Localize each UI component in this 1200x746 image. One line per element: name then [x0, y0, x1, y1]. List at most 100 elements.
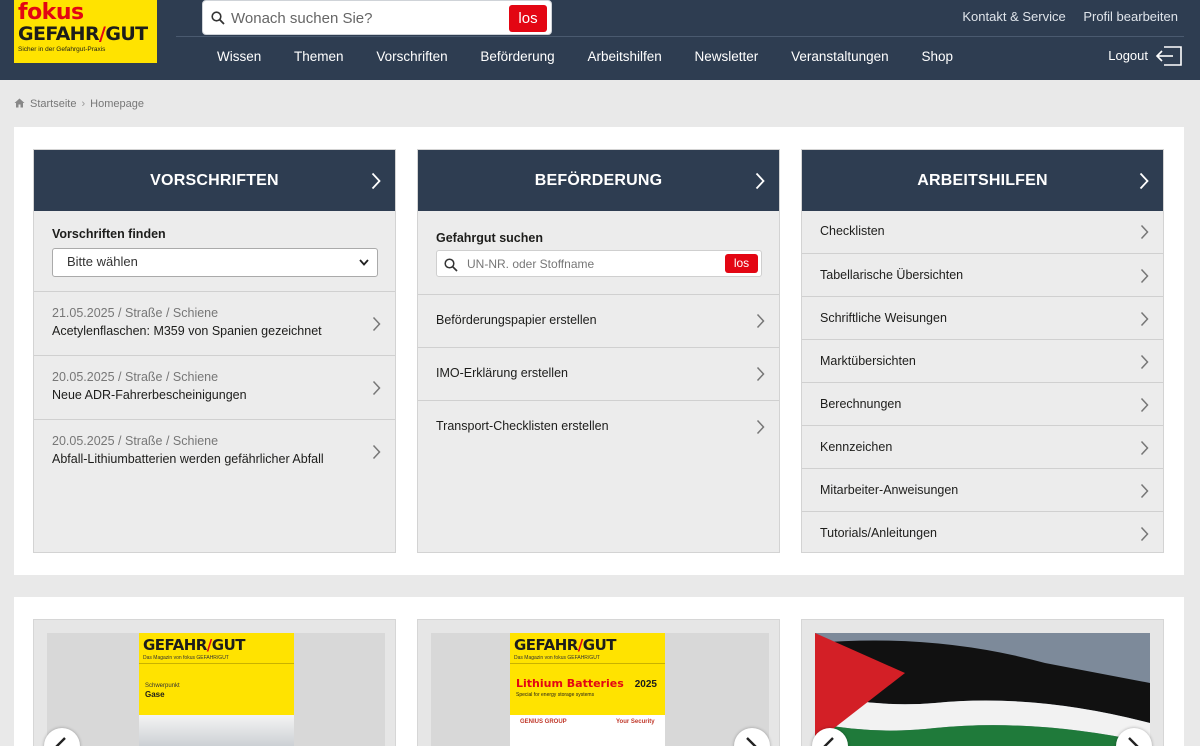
- cover-headline: Lithium Batteries: [516, 677, 624, 690]
- card-vorschriften-header[interactable]: VORSCHRIFTEN: [34, 150, 395, 211]
- vorschriften-finden-label: Vorschriften finden: [52, 227, 166, 241]
- chevron-right-icon: [372, 316, 381, 332]
- arbeitshilfen-link[interactable]: Mitarbeiter-Anweisungen: [802, 468, 1163, 511]
- magazine-subtitle: Das Magazin von fokus GEFAHR/GUT: [143, 655, 229, 661]
- un-number-search[interactable]: UN-NR. oder Stoffname los: [436, 250, 762, 277]
- nav-item-wissen[interactable]: Wissen: [217, 49, 261, 64]
- news-photo[interactable]: [815, 633, 1150, 746]
- breadcrumb: Startseite › Homepage: [14, 98, 144, 110]
- logout-label: Logout: [1108, 48, 1148, 63]
- magazine-subtitle: Das Magazin von fokus GEFAHR/GUT: [514, 655, 600, 661]
- breadcrumb-homepage: Homepage: [90, 98, 144, 110]
- arbeitshilfen-link[interactable]: Tabellarische Übersichten: [802, 253, 1163, 296]
- nav-item-newsletter[interactable]: Newsletter: [695, 49, 759, 64]
- news-item[interactable]: 20.05.2025 / Straße / Schiene Neue ADR-F…: [34, 355, 395, 419]
- vorschriften-select-value: Bitte wählen: [67, 254, 138, 269]
- chevron-right-icon: [1140, 397, 1149, 413]
- nav-item-shop[interactable]: Shop: [921, 49, 953, 64]
- befoerderung-link-label: Beförderungspapier erstellen: [436, 313, 597, 327]
- news-item-title: Neue ADR-Fahrerbescheinigungen: [52, 388, 247, 402]
- search-input[interactable]: [231, 5, 501, 31]
- befoerderung-link[interactable]: Beförderungspapier erstellen: [418, 294, 779, 347]
- teaser-panel: GEFAHR/GUT Das Magazin von fokus GEFAHR/…: [14, 597, 1184, 746]
- chevron-right-icon: [1140, 483, 1149, 499]
- chevron-right-icon: [756, 366, 765, 382]
- news-image-teaser: [801, 619, 1164, 746]
- un-number-search-placeholder: UN-NR. oder Stoffname: [467, 257, 595, 271]
- chevron-right-icon: [756, 419, 765, 435]
- nav-item-arbeitshilfen[interactable]: Arbeitshilfen: [587, 49, 661, 64]
- magazine-teaser-2: GEFAHR/GUT Das Magazin von fokus GEFAHR/…: [417, 619, 780, 746]
- arbeitshilfen-link-label: Mitarbeiter-Anweisungen: [820, 483, 959, 497]
- chevron-right-icon: [1140, 526, 1149, 542]
- befoerderung-link-label: Transport-Checklisten erstellen: [436, 419, 609, 433]
- chevron-right-icon: [1140, 224, 1149, 240]
- magazine-title: GEFAHR/GUT: [514, 636, 617, 654]
- cover-strapline: Special for energy storage systems: [516, 692, 595, 698]
- logo-line-fokus: fokus: [18, 0, 84, 25]
- news-item-meta: 20.05.2025 / Straße / Schiene: [52, 370, 219, 384]
- magazine-cover[interactable]: GEFAHR/GUT Das Magazin von fokus GEFAHR/…: [139, 633, 294, 746]
- cover-topic-label: Schwerpunkt: [145, 683, 180, 689]
- nav-item-themen[interactable]: Themen: [294, 49, 344, 64]
- card-arbeitshilfen-title: ARBEITSHILFEN: [917, 172, 1048, 189]
- arbeitshilfen-link[interactable]: Kennzeichen: [802, 425, 1163, 468]
- cover-year: 2025: [634, 679, 657, 690]
- arbeitshilfen-link[interactable]: Checklisten: [802, 210, 1163, 253]
- nav-item-veranstaltungen[interactable]: Veranstaltungen: [791, 49, 889, 64]
- befoerderung-link[interactable]: Transport-Checklisten erstellen: [418, 400, 779, 453]
- card-befoerderung-title: BEFÖRDERUNG: [534, 172, 663, 189]
- search-button[interactable]: los: [509, 5, 547, 32]
- chevron-right-icon: [372, 444, 381, 460]
- un-number-search-button[interactable]: los: [725, 254, 758, 273]
- arbeitshilfen-link[interactable]: Tutorials/Anleitungen: [802, 511, 1163, 554]
- arbeitshilfen-link[interactable]: Berechnungen: [802, 382, 1163, 425]
- top-links: Kontakt & Service Profil bearbeiten: [948, 9, 1178, 24]
- logout-icon: [1155, 46, 1182, 66]
- nav-item-befoerderung[interactable]: Beförderung: [480, 49, 554, 64]
- arbeitshilfen-link-label: Tabellarische Übersichten: [820, 268, 964, 282]
- cover-topic: Gase: [145, 690, 165, 699]
- news-item-title: Abfall-Lithiumbatterien werden gefährlic…: [52, 452, 324, 466]
- cover-divider: [510, 663, 665, 664]
- news-item[interactable]: 21.05.2025 / Straße / Schiene Acetylenfl…: [34, 291, 395, 355]
- arbeitshilfen-link-label: Schriftliche Weisungen: [820, 311, 947, 325]
- cover-divider: [139, 663, 294, 664]
- arbeitshilfen-link[interactable]: Marktübersichten: [802, 339, 1163, 382]
- news-item[interactable]: 20.05.2025 / Straße / Schiene Abfall-Lit…: [34, 419, 395, 483]
- site-logo[interactable]: fokus GEFAHR/GUT Sicher in der Gefahrgut…: [14, 0, 157, 63]
- breadcrumb-startseite[interactable]: Startseite: [30, 98, 76, 110]
- chevron-right-icon: [372, 380, 381, 396]
- tools-panel: VORSCHRIFTEN Vorschriften finden Bitte w…: [14, 127, 1184, 575]
- card-befoerderung-header[interactable]: BEFÖRDERUNG: [418, 150, 779, 211]
- home-icon[interactable]: [14, 98, 25, 108]
- befoerderung-link-label: IMO-Erklärung erstellen: [436, 366, 568, 380]
- chevron-left-icon: [55, 737, 66, 746]
- chevron-right-icon: [1140, 440, 1149, 456]
- nav-item-vorschriften[interactable]: Vorschriften: [376, 49, 447, 64]
- edit-profile-link[interactable]: Profil bearbeiten: [1083, 9, 1178, 24]
- chevron-right-icon: [746, 737, 757, 746]
- search-icon: [211, 11, 225, 25]
- card-vorschriften: VORSCHRIFTEN Vorschriften finden Bitte w…: [33, 149, 396, 553]
- arbeitshilfen-link-label: Tutorials/Anleitungen: [820, 526, 937, 540]
- cover-sponsor: GENIUS GROUP: [520, 719, 567, 725]
- arbeitshilfen-link[interactable]: Schriftliche Weisungen: [802, 296, 1163, 339]
- card-vorschriften-title: VORSCHRIFTEN: [150, 172, 279, 189]
- magazine-cover[interactable]: GEFAHR/GUT Das Magazin von fokus GEFAHR/…: [510, 633, 665, 746]
- site-search: los: [202, 0, 552, 35]
- header-divider: [176, 36, 1184, 37]
- card-befoerderung: BEFÖRDERUNG Gefahrgut suchen UN-NR. oder…: [417, 149, 780, 553]
- logout-button[interactable]: Logout: [1104, 44, 1184, 68]
- chevron-right-icon: [756, 313, 765, 329]
- card-arbeitshilfen-header[interactable]: ARBEITSHILFEN: [802, 150, 1163, 211]
- main-nav: Wissen Themen Vorschriften Beförderung A…: [217, 49, 982, 67]
- arbeitshilfen-link-label: Kennzeichen: [820, 440, 893, 454]
- befoerderung-link[interactable]: IMO-Erklärung erstellen: [418, 347, 779, 400]
- vorschriften-select[interactable]: Bitte wählen: [52, 248, 378, 277]
- chevron-right-icon: [755, 172, 765, 190]
- news-item-meta: 20.05.2025 / Straße / Schiene: [52, 434, 219, 448]
- gefahrgut-suchen-label: Gefahrgut suchen: [436, 231, 543, 245]
- chevron-down-icon: [359, 259, 369, 266]
- contact-service-link[interactable]: Kontakt & Service: [962, 9, 1065, 24]
